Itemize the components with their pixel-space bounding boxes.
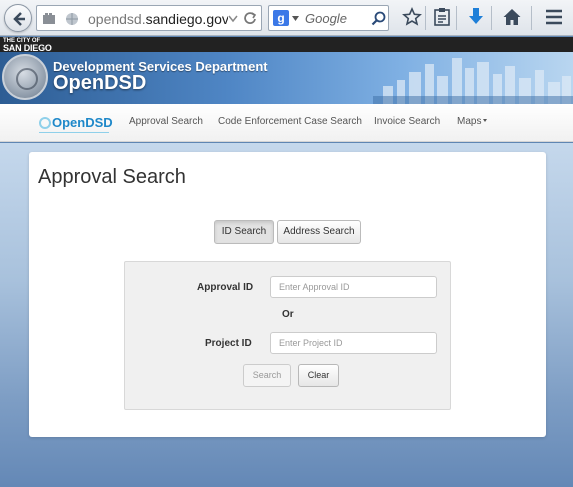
site-title[interactable]: OpenDSD xyxy=(53,72,146,95)
back-arrow-icon xyxy=(13,12,25,26)
caret-down-icon xyxy=(483,119,488,122)
page-title: Approval Search xyxy=(38,166,186,188)
skyline-image xyxy=(373,58,573,104)
search-icon[interactable] xyxy=(371,11,386,26)
nav-invoice-search[interactable]: Invoice Search xyxy=(374,116,440,127)
or-separator: Or xyxy=(282,309,294,320)
opendsd-logo-icon xyxy=(39,117,51,129)
approval-id-label: Approval ID xyxy=(197,282,254,293)
city-logo[interactable]: THE CITY OF SAN DIEGO xyxy=(3,38,52,53)
browser-toolbar: opendsd.sandiego.gov/v g Google xyxy=(0,0,573,36)
download-icon[interactable] xyxy=(467,7,485,27)
menu-icon[interactable] xyxy=(544,7,564,27)
back-button[interactable] xyxy=(4,4,32,32)
home-icon[interactable] xyxy=(502,7,522,27)
id-search-form: Approval ID Or Project ID Search Clear xyxy=(124,261,451,410)
clear-button[interactable]: Clear xyxy=(298,364,339,387)
google-icon[interactable]: g xyxy=(273,10,289,26)
url-text[interactable]: opendsd.sandiego.gov/v xyxy=(88,11,228,27)
approval-search-card: Approval Search ID Search Address Search… xyxy=(29,152,546,437)
nav-code-enforcement-search[interactable]: Code Enforcement Case Search xyxy=(218,116,362,127)
tab-address-search[interactable]: Address Search xyxy=(277,220,361,244)
search-bar[interactable]: g Google xyxy=(268,5,389,31)
project-id-input[interactable] xyxy=(270,332,437,354)
globe-icon xyxy=(66,13,78,25)
city-bar: THE CITY OF SAN DIEGO xyxy=(0,37,573,53)
reload-icon[interactable] xyxy=(243,11,257,25)
navbar-brand[interactable]: OpenDSD xyxy=(39,115,113,133)
bookmark-star-icon[interactable] xyxy=(402,7,422,27)
site-banner: Development Services Department OpenDSD xyxy=(0,52,573,104)
nav-approval-search[interactable]: Approval Search xyxy=(129,116,203,127)
clipboard-icon[interactable] xyxy=(433,7,451,27)
search-engine-dropdown-icon[interactable] xyxy=(292,16,299,21)
url-bar[interactable]: opendsd.sandiego.gov/v xyxy=(36,5,262,31)
search-button[interactable]: Search xyxy=(243,364,291,387)
tab-groups-icon[interactable] xyxy=(41,11,57,27)
tab-id-search[interactable]: ID Search xyxy=(214,220,274,244)
project-id-label: Project ID xyxy=(205,338,252,349)
url-dropdown-icon[interactable] xyxy=(228,15,238,23)
search-placeholder: Google xyxy=(305,11,347,26)
site-navbar: OpenDSD Approval Search Code Enforcement… xyxy=(0,104,573,142)
city-seal-icon xyxy=(2,54,48,100)
approval-id-input[interactable] xyxy=(270,276,437,298)
nav-maps-dropdown[interactable]: Maps xyxy=(457,116,488,127)
